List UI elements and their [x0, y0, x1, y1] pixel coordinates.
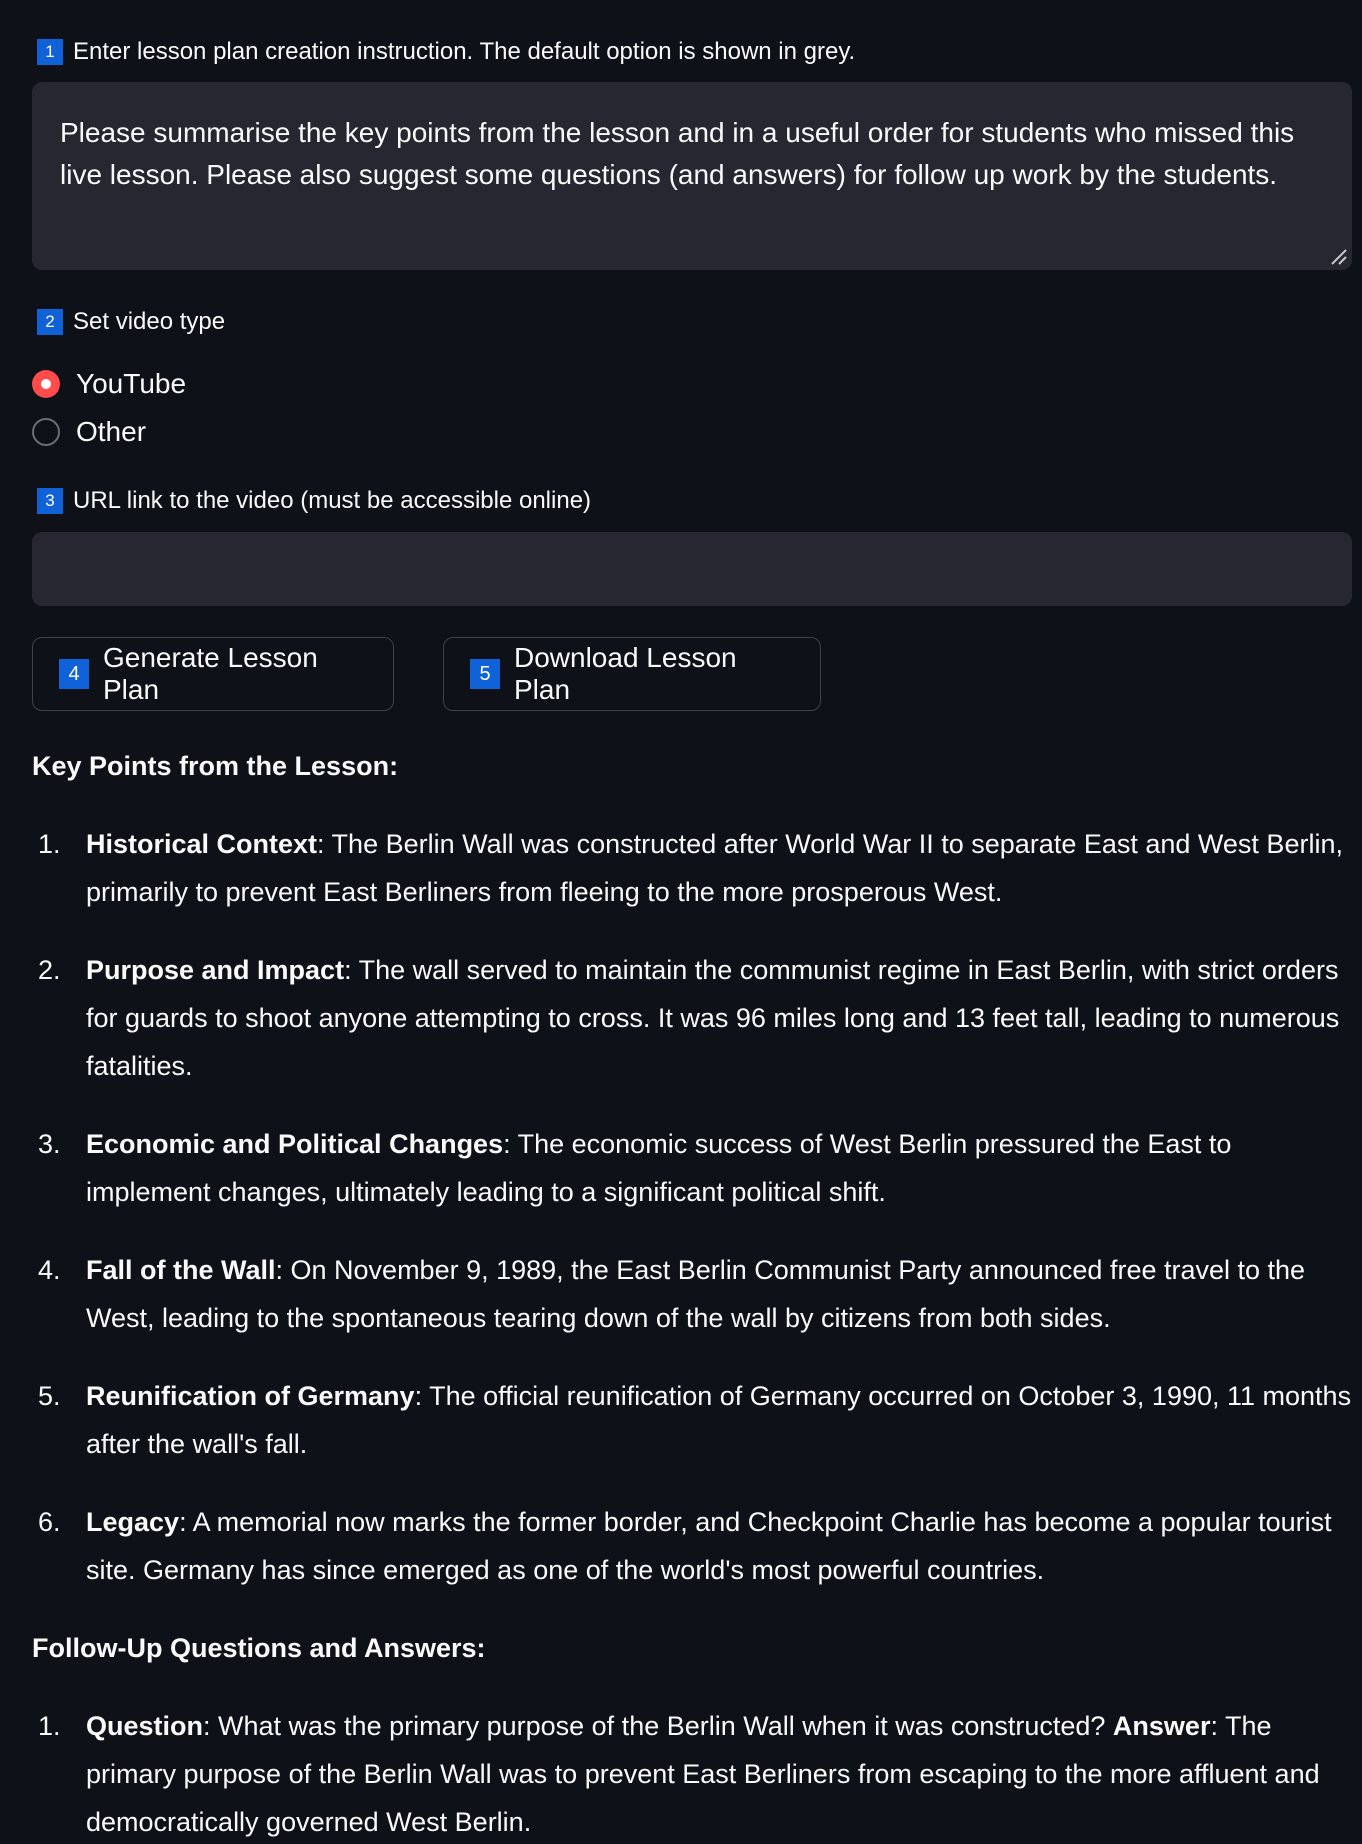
list-item: 2. Purpose and Impact: The wall served to… — [32, 946, 1352, 1090]
instruction-textarea[interactable]: Please summarise the key points from the… — [32, 82, 1352, 270]
generate-button-label: Generate Lesson Plan — [103, 642, 318, 705]
key-points-list: 1. Historical Context: The Berlin Wall wa… — [32, 820, 1352, 1624]
question-label: Question — [86, 1711, 204, 1741]
list-item: 4. Fall of the Wall: On November 9, 1989,… — [32, 1246, 1352, 1342]
question-text: : What was the primary purpose of the Be… — [203, 1711, 1113, 1741]
list-item-number: 2. — [38, 955, 61, 985]
url-label-text: URL link to the video (must be accessibl… — [73, 487, 592, 514]
radio-unselected-icon[interactable] — [32, 418, 60, 446]
step-5-badge: 5 — [470, 659, 500, 689]
step-2-badge: 2 — [37, 309, 63, 335]
list-item: 1. Question: What was the primary purpose… — [32, 1702, 1352, 1844]
video-type-radio-group: YouTube Other — [32, 360, 186, 456]
video-type-label: 2 Set video type — [37, 306, 225, 338]
video-type-label-text: Set video type — [73, 308, 226, 335]
instruction-textarea-value: Please summarise the key points from the… — [60, 117, 1295, 190]
download-lesson-plan-button[interactable]: 5 Download Lesson Plan — [443, 637, 821, 711]
radio-option-label: Other — [76, 416, 147, 447]
list-item-number: 3. — [38, 1129, 61, 1159]
list-item-number: 1. — [38, 1711, 61, 1741]
radio-option-youtube[interactable]: YouTube — [32, 360, 186, 408]
list-item-title: Fall of the Wall — [86, 1255, 276, 1285]
list-item-title: Economic and Political Changes — [86, 1129, 504, 1159]
list-item-text: : A memorial now marks the former border… — [86, 1507, 1332, 1585]
radio-option-label: YouTube — [76, 368, 187, 399]
list-item: 6. Legacy: A memorial now marks the forme… — [32, 1498, 1352, 1594]
list-item-number: 5. — [38, 1381, 61, 1411]
list-item-title: Reunification of Germany — [86, 1381, 415, 1411]
instruction-label-text: Enter lesson plan creation instruction. … — [73, 38, 856, 65]
url-input[interactable] — [32, 532, 1352, 606]
radio-option-other[interactable]: Other — [32, 408, 186, 456]
resize-handle-icon[interactable] — [1328, 246, 1348, 266]
list-item-number: 1. — [38, 829, 61, 859]
follow-up-heading: Follow-Up Questions and Answers: — [32, 1633, 486, 1663]
list-item-number: 6. — [38, 1507, 61, 1537]
step-3-badge: 3 — [37, 488, 63, 514]
step-1-badge: 1 — [37, 39, 63, 65]
key-points-heading: Key Points from the Lesson: — [32, 751, 399, 781]
list-item-title: Purpose and Impact — [86, 955, 345, 985]
step-4-badge: 4 — [59, 659, 89, 689]
radio-selected-icon[interactable] — [32, 370, 60, 398]
instruction-label: 1 Enter lesson plan creation instruction… — [37, 36, 855, 68]
list-item: 3. Economic and Political Changes: The ec… — [32, 1120, 1352, 1216]
url-label: 3 URL link to the video (must be accessi… — [37, 485, 591, 517]
answer-label: Answer — [1112, 1711, 1211, 1741]
follow-up-list: 1. Question: What was the primary purpose… — [32, 1702, 1352, 1844]
list-item: 1. Historical Context: The Berlin Wall wa… — [32, 820, 1352, 916]
generate-lesson-plan-button[interactable]: 4 Generate Lesson Plan — [32, 637, 394, 711]
list-item-number: 4. — [38, 1255, 61, 1285]
list-item-title: Legacy — [86, 1507, 180, 1537]
list-item-title: Historical Context — [86, 829, 318, 859]
list-item: 5. Reunification of Germany: The official… — [32, 1372, 1352, 1468]
download-button-label: Download Lesson Plan — [514, 642, 737, 705]
